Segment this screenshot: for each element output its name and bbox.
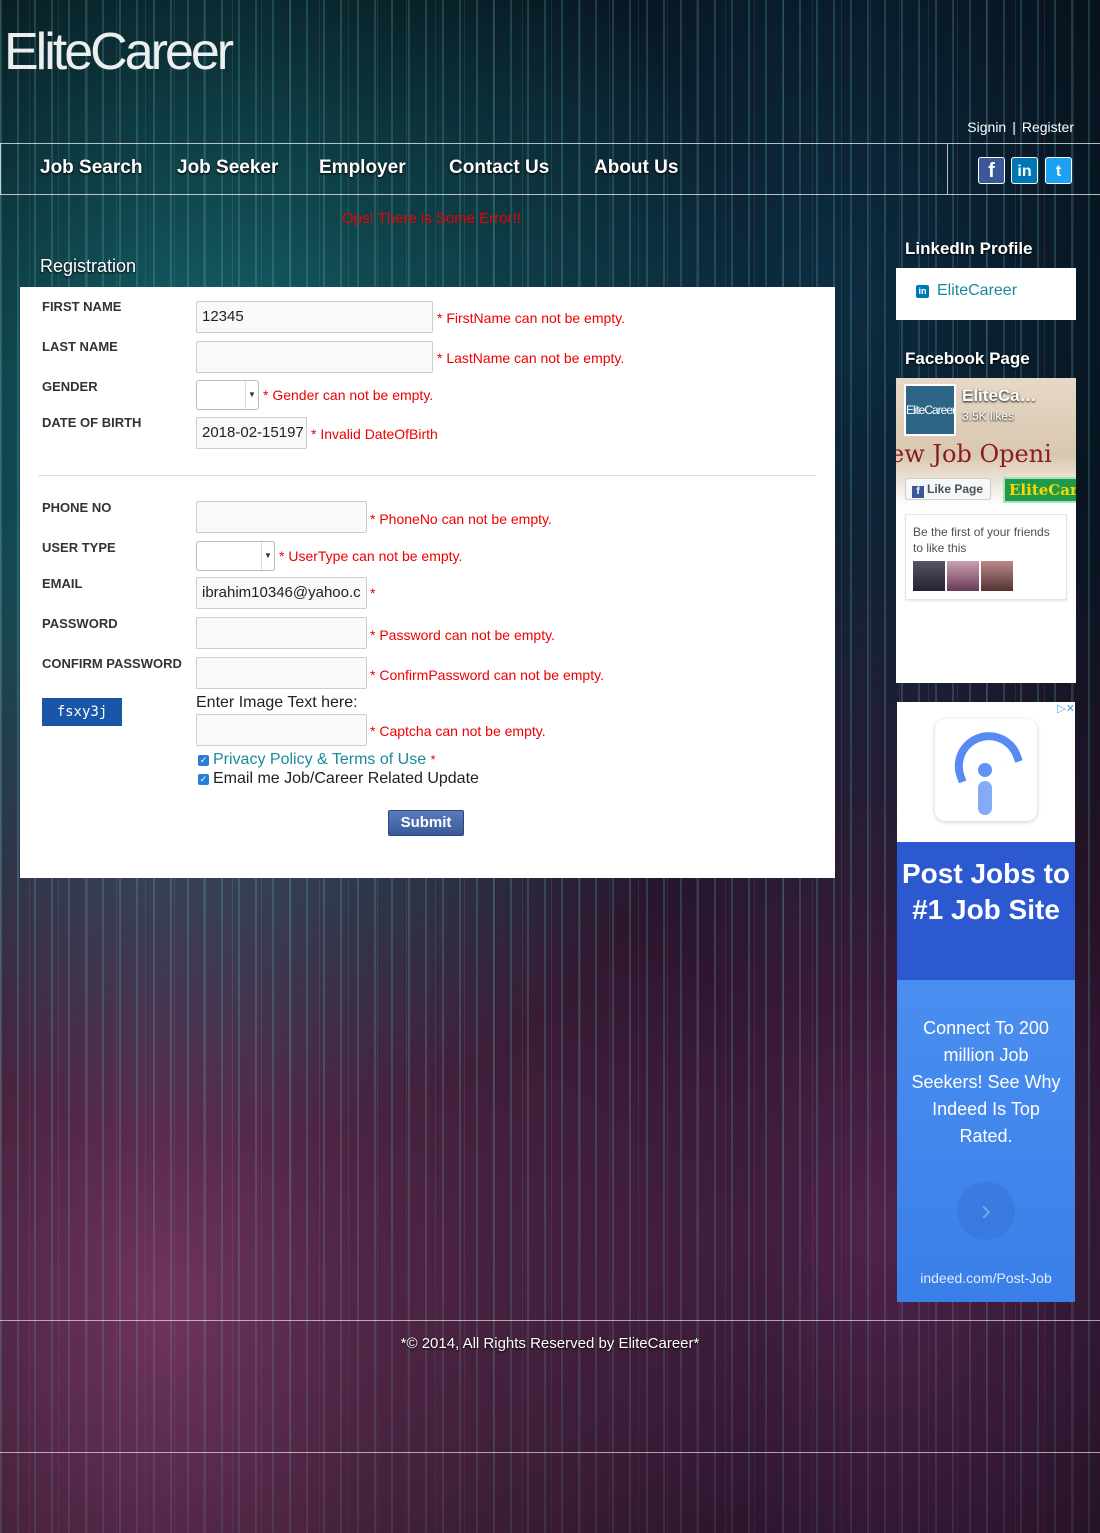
nav-contact-us[interactable]: Contact Us bbox=[449, 157, 549, 179]
friend-avatar[interactable] bbox=[981, 561, 1013, 591]
registration-form: FIRST NAME 12345 * FirstName can not be … bbox=[20, 287, 835, 878]
register-link[interactable]: Register bbox=[1022, 119, 1074, 135]
email-updates-checkbox[interactable]: ✓ bbox=[198, 774, 209, 785]
email-updates-label: Email me Job/Career Related Update bbox=[213, 770, 479, 787]
user-type-label: USER TYPE bbox=[42, 540, 116, 555]
signin-link[interactable]: Signin bbox=[967, 119, 1006, 135]
nav-job-search[interactable]: Job Search bbox=[40, 157, 142, 179]
last-name-label: LAST NAME bbox=[42, 339, 118, 354]
gender-error: * Gender can not be empty. bbox=[263, 387, 434, 403]
privacy-checkbox[interactable]: ✓ bbox=[198, 755, 209, 766]
user-type-error: * UserType can not be empty. bbox=[279, 548, 463, 564]
chevron-down-icon: ▼ bbox=[261, 542, 274, 570]
linkedin-widget: in EliteCareer bbox=[896, 268, 1076, 320]
privacy-policy-link[interactable]: Privacy Policy & Terms of Use bbox=[213, 751, 426, 768]
facebook-brand-badge: EliteCar bbox=[1003, 477, 1076, 503]
ad-body-text: Connect To 200 million Job Seekers! See … bbox=[897, 980, 1075, 1302]
phone-label: PHONE NO bbox=[42, 500, 112, 515]
facebook-icon: f bbox=[912, 486, 924, 498]
auth-links: Signin | Register bbox=[967, 119, 1074, 135]
captcha-prompt: Enter Image Text here: bbox=[196, 694, 358, 711]
footer-copyright: *© 2014, All Rights Reserved by EliteCar… bbox=[400, 1335, 700, 1352]
privacy-row: ✓ Privacy Policy & Terms of Use * bbox=[198, 751, 436, 769]
friend-avatar[interactable] bbox=[947, 561, 979, 591]
facebook-friends-box: Be the first of your friends to like thi… bbox=[905, 514, 1067, 600]
linkedin-profile-link[interactable]: EliteCareer bbox=[937, 282, 1017, 300]
dob-error: * Invalid DateOfBirth bbox=[311, 426, 438, 442]
first-name-error: * FirstName can not be empty. bbox=[437, 310, 626, 326]
main-navbar: Job Search Job Seeker Employer Contact U… bbox=[0, 143, 1100, 195]
friend-avatar[interactable] bbox=[913, 561, 945, 591]
facebook-icon[interactable]: f bbox=[978, 157, 1005, 184]
linkedin-icon[interactable]: in bbox=[1011, 157, 1038, 184]
indeed-ad[interactable]: ▷✕ Post Jobs to #1 Job Site Connect To 2… bbox=[897, 702, 1075, 1302]
password-input[interactable] bbox=[196, 617, 367, 649]
section-divider bbox=[38, 475, 816, 476]
confirm-password-error: * ConfirmPassword can not be empty. bbox=[370, 667, 604, 683]
email-label: EMAIL bbox=[42, 576, 83, 591]
phone-input[interactable] bbox=[196, 501, 367, 533]
footer-divider-bottom bbox=[0, 1452, 1100, 1453]
linkedin-icon: in bbox=[916, 285, 929, 298]
submit-button[interactable]: Submit bbox=[388, 810, 464, 836]
email-updates-row: ✓ Email me Job/Career Related Update bbox=[198, 770, 479, 788]
first-name-input[interactable]: 12345 bbox=[196, 301, 433, 333]
captcha-input[interactable] bbox=[196, 714, 367, 746]
gender-label: GENDER bbox=[42, 379, 98, 394]
nav-employer[interactable]: Employer bbox=[319, 157, 406, 179]
confirm-password-input[interactable] bbox=[196, 657, 367, 689]
facebook-section-title: Facebook Page bbox=[905, 349, 1030, 368]
email-input[interactable]: ibrahim10346@yahoo.c bbox=[196, 577, 367, 609]
ad-url-link[interactable]: indeed.com/Post-Job bbox=[897, 1270, 1075, 1286]
password-error: * Password can not be empty. bbox=[370, 627, 555, 643]
facebook-page-name[interactable]: EliteCa… bbox=[962, 386, 1037, 406]
email-error: * bbox=[370, 585, 376, 601]
ad-headline: Post Jobs to #1 Job Site bbox=[897, 842, 1075, 980]
phone-error: * PhoneNo can not be empty. bbox=[370, 511, 552, 527]
like-page-label: Like Page bbox=[927, 482, 984, 496]
nav-divider bbox=[947, 144, 948, 194]
facebook-friends-text: Be the first of your friends to like thi… bbox=[913, 525, 1050, 555]
facebook-cover-text: ew Job Openi bbox=[896, 440, 1052, 468]
password-label: PASSWORD bbox=[42, 616, 118, 631]
facebook-widget: EliteCareer EliteCa… 3.5K likes ew Job O… bbox=[896, 378, 1076, 683]
twitter-icon[interactable]: t bbox=[1045, 157, 1072, 184]
dob-label: DATE OF BIRTH bbox=[42, 415, 142, 430]
captcha-image: fsxy3j bbox=[42, 698, 122, 726]
nav-job-seeker[interactable]: Job Seeker bbox=[177, 157, 278, 179]
ad-choices-icon[interactable]: ▷✕ bbox=[1057, 702, 1075, 715]
confirm-password-label: CONFIRM PASSWORD bbox=[42, 656, 182, 671]
form-error-banner: Ops! There is Some Error!! bbox=[342, 210, 521, 227]
facebook-like-count: 3.5K likes bbox=[962, 409, 1015, 423]
privacy-required-mark: * bbox=[430, 752, 436, 767]
chevron-right-icon[interactable]: › bbox=[957, 1182, 1015, 1240]
nav-about-us[interactable]: About Us bbox=[594, 157, 678, 179]
chevron-down-icon: ▼ bbox=[245, 381, 258, 409]
last-name-input[interactable] bbox=[196, 341, 433, 373]
indeed-logo-icon bbox=[935, 719, 1037, 821]
site-logo[interactable]: EliteCareer bbox=[4, 22, 234, 82]
gender-select[interactable]: ▼ bbox=[196, 380, 259, 410]
last-name-error: * LastName can not be empty. bbox=[437, 350, 625, 366]
logo-stem bbox=[978, 781, 992, 815]
dob-input[interactable]: 2018-02-15197 bbox=[196, 417, 307, 449]
registration-title: Registration bbox=[40, 256, 137, 276]
auth-separator: | bbox=[1012, 119, 1016, 135]
footer-divider-top bbox=[0, 1320, 1100, 1321]
facebook-page-avatar[interactable]: EliteCareer bbox=[904, 384, 956, 436]
logo-dot bbox=[978, 763, 992, 777]
captcha-error: * Captcha can not be empty. bbox=[370, 723, 546, 739]
user-type-select[interactable]: ▼ bbox=[196, 541, 275, 571]
first-name-label: FIRST NAME bbox=[42, 299, 122, 314]
facebook-like-page-button[interactable]: f Like Page bbox=[905, 478, 991, 500]
linkedin-section-title: LinkedIn Profile bbox=[905, 239, 1033, 258]
